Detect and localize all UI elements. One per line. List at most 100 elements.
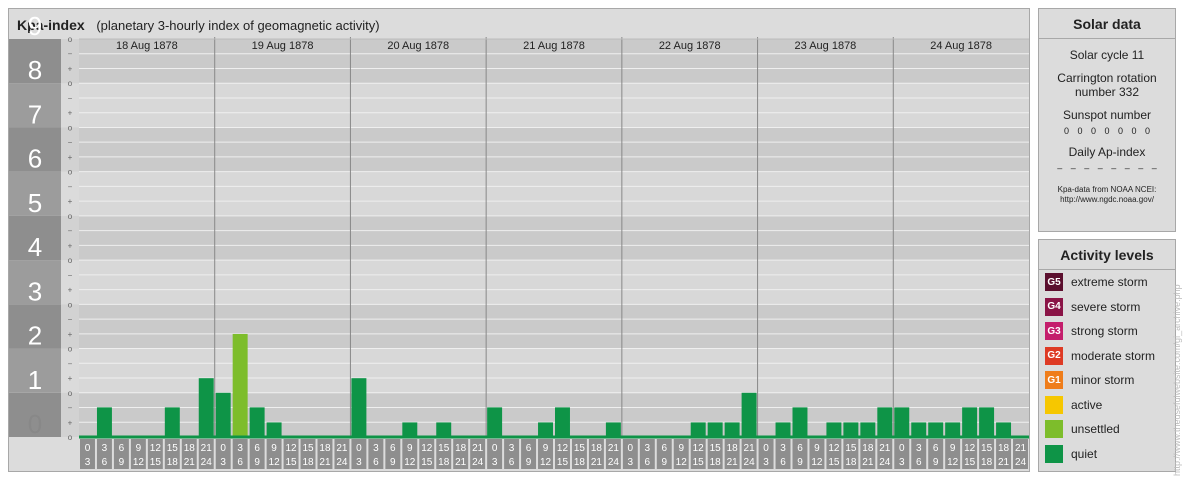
legend-label: moderate storm — [1071, 348, 1156, 363]
x-interval-start: 0 — [492, 443, 498, 454]
x-interval-start: 6 — [390, 443, 396, 454]
x-interval-start: 21 — [608, 443, 620, 454]
activity-legend: G5 extreme storm G4 severe storm G3 strong st… — [1039, 270, 1175, 466]
x-interval-end: 15 — [828, 457, 840, 468]
x-interval-start: 0 — [628, 443, 634, 454]
x-interval-end: 18 — [981, 457, 993, 468]
x-interval-end: 18 — [302, 457, 314, 468]
x-interval-start: 18 — [319, 443, 331, 454]
y-band — [9, 392, 1029, 437]
x-interval-start: 21 — [744, 443, 756, 454]
legend-label: strong storm — [1071, 324, 1138, 339]
legend-label: active — [1071, 397, 1103, 412]
x-interval-start: 9 — [271, 443, 277, 454]
x-interval-start: 3 — [916, 443, 922, 454]
y-minor-tick-label: + — [68, 241, 73, 250]
x-interval-start: 21 — [1015, 443, 1027, 454]
y-minor-tick-label: − — [68, 227, 73, 236]
solar-data-title: Solar data — [1039, 9, 1175, 39]
x-interval-end: 6 — [645, 457, 651, 468]
x-interval-end: 15 — [285, 457, 297, 468]
x-interval-end: 21 — [591, 457, 603, 468]
y-band — [9, 260, 1029, 305]
legend-item-extreme-storm: G5 extreme storm — [1045, 270, 1169, 295]
x-interval-start: 3 — [237, 443, 243, 454]
x-interval-end: 12 — [811, 457, 823, 468]
x-interval-start: 15 — [574, 443, 586, 454]
x-interval-end: 9 — [933, 457, 939, 468]
y-minor-tick-label: o — [68, 79, 73, 88]
watermark-url: http://www.theusefulwebsite.com/gi_archi… — [1172, 284, 1182, 476]
kpa-bar — [911, 422, 927, 437]
legend-item-minor-storm: G1 minor storm — [1045, 368, 1169, 393]
x-interval-start: 6 — [797, 443, 803, 454]
x-interval-start: 15 — [845, 443, 857, 454]
legend-swatch: G3 — [1045, 322, 1063, 341]
legend-item-moderate-storm: G2 moderate storm — [1045, 344, 1169, 369]
y-minor-tick-label: + — [68, 330, 73, 339]
x-interval-end: 18 — [167, 457, 179, 468]
kpa-bar — [945, 422, 961, 437]
kpa-bar — [436, 422, 452, 437]
x-interval-end: 12 — [269, 457, 281, 468]
x-interval-end: 24 — [608, 457, 620, 468]
y-minor-tick-label: o — [68, 123, 73, 132]
carrington-rotation: Carrington rotation number 332 — [1039, 71, 1175, 99]
y-minor-tick-label: + — [68, 418, 73, 427]
kpa-bar — [96, 407, 112, 437]
x-interval-start: 9 — [407, 443, 413, 454]
x-interval-end: 18 — [438, 457, 450, 468]
day-label: 24 Aug 1878 — [930, 40, 992, 52]
x-interval-start: 21 — [472, 443, 484, 454]
x-interval-end: 15 — [150, 457, 162, 468]
activity-levels-title: Activity levels — [1039, 240, 1175, 270]
x-interval-end: 3 — [628, 457, 634, 468]
x-interval-end: 21 — [455, 457, 467, 468]
x-interval-end: 21 — [862, 457, 874, 468]
x-interval-start: 12 — [828, 443, 840, 454]
x-interval-end: 15 — [421, 457, 433, 468]
kpa-bar — [402, 422, 418, 437]
x-interval-start: 18 — [727, 443, 739, 454]
x-interval-end: 6 — [237, 457, 243, 468]
x-interval-start: 18 — [184, 443, 196, 454]
y-band — [9, 127, 1029, 172]
kpa-bar — [351, 378, 367, 437]
x-interval-start: 6 — [119, 443, 125, 454]
legend-swatch: G1 — [1045, 371, 1063, 390]
x-interval-start: 6 — [526, 443, 532, 454]
x-interval-end: 9 — [119, 457, 125, 468]
x-interval-start: 12 — [421, 443, 433, 454]
x-interval-end: 6 — [373, 457, 379, 468]
legend-item-unsettled: unsettled — [1045, 417, 1169, 442]
y-band — [9, 215, 1029, 261]
kpa-bar — [860, 422, 876, 437]
x-interval-start: 18 — [862, 443, 874, 454]
x-interval-start: 0 — [356, 443, 362, 454]
legend-label: quiet — [1071, 446, 1098, 461]
kpa-bar — [198, 378, 214, 437]
x-interval-end: 3 — [85, 457, 91, 468]
x-interval-end: 12 — [133, 457, 145, 468]
x-interval-start: 15 — [302, 443, 314, 454]
y-minor-tick-label: + — [68, 286, 73, 295]
legend-swatch — [1045, 444, 1063, 463]
x-interval-end: 24 — [744, 457, 756, 468]
x-interval-end: 18 — [845, 457, 857, 468]
day-label: 19 Aug 1878 — [252, 40, 314, 52]
y-major-tick-label: 2 — [28, 321, 42, 351]
kpa-bar — [266, 422, 282, 437]
x-interval-end: 3 — [356, 457, 362, 468]
carrington-label: Carrington rotation — [1057, 71, 1157, 85]
kpa-bar — [979, 407, 995, 437]
kpa-bar — [690, 422, 706, 437]
x-interval-start: 6 — [254, 443, 260, 454]
x-interval-start: 6 — [933, 443, 939, 454]
legend-label: unsettled — [1071, 422, 1120, 437]
legend-swatch — [1045, 420, 1063, 439]
x-interval-end: 3 — [763, 457, 769, 468]
x-interval-start: 9 — [136, 443, 142, 454]
x-interval-start: 18 — [455, 443, 467, 454]
x-interval-start: 0 — [220, 443, 226, 454]
y-minor-tick-label: − — [68, 138, 73, 147]
